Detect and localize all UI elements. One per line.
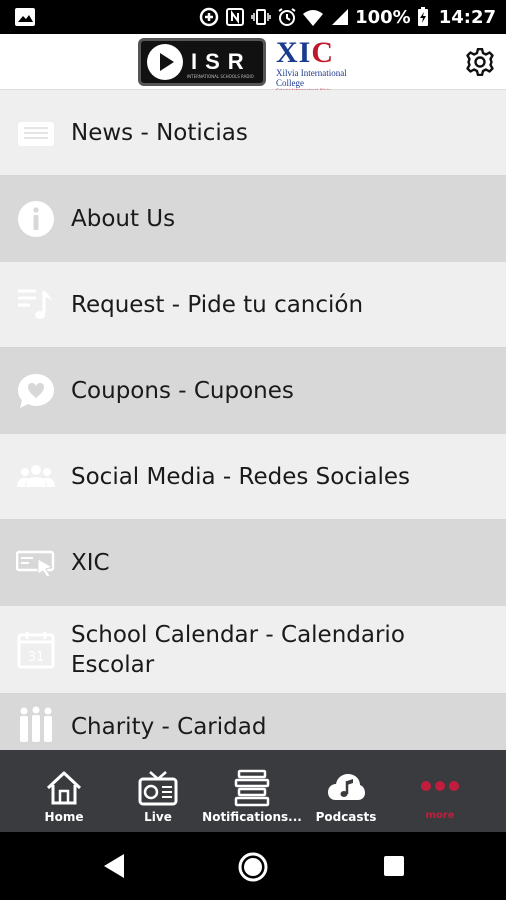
image-notification-icon [15,8,35,26]
menu-item-about[interactable]: About Us [0,176,506,262]
menu-item-label: About Us [71,205,176,232]
calendar-icon: 31 [17,631,55,668]
menu-item-charity[interactable]: Charity - Caridad [0,694,506,750]
recents-icon[interactable] [384,856,404,876]
settings-gear-icon[interactable] [466,48,494,76]
menu-item-social[interactable]: Social Media - Redes Sociales [0,434,506,520]
isr-logo: ISR INTERNATIONAL SCHOOLS RADIO [138,38,266,86]
play-icon [147,44,183,80]
battery-charging-icon [417,7,428,26]
menu-item-label: Request - Pide tu canción [71,291,364,318]
cloud-music-icon [328,774,365,800]
nfc-icon [226,8,245,26]
tab-home[interactable]: Home [17,750,111,832]
tab-more[interactable]: more [393,750,487,832]
web-click-icon [16,550,55,578]
menu-item-label: News - Noticias [71,119,248,146]
bottom-tab-bar: Home Live Notifications... Podcasts more [0,750,506,832]
home-circle-icon[interactable] [237,851,269,883]
menu-item-news[interactable]: News - Noticias [0,90,506,176]
status-icons: 100% 14:27 [199,0,496,34]
signal-icon [332,9,349,25]
charity-people-icon [20,706,52,742]
back-icon[interactable] [100,852,128,880]
tab-live[interactable]: Live [111,750,205,832]
tab-label: Live [144,810,172,824]
isr-logo-text: ISR [191,49,252,74]
menu-item-label: XIC [71,549,110,576]
home-icon [46,771,82,805]
menu-item-label: Social Media - Redes Sociales [71,463,410,490]
wifi-icon [303,10,324,26]
battery-percent: 100% [355,6,411,28]
menu-item-label: Charity - Caridad [71,713,267,740]
radio-icon [138,771,178,806]
menu-item-xic[interactable]: XIC [0,520,506,606]
notifications-list-icon [234,769,270,807]
app-header: ISR INTERNATIONAL SCHOOLS RADIO XIC Xilv… [0,34,506,94]
menu-item-request[interactable]: Request - Pide tu canción [0,262,506,348]
menu-item-label: Coupons - Cupones [71,377,294,404]
vibrate-icon [251,9,271,25]
music-request-icon [18,289,52,319]
system-nav-bar [0,832,506,900]
tab-notifications[interactable]: Notifications... [202,750,302,832]
tab-label: Home [44,810,84,824]
data-saver-icon [199,7,219,27]
menu-item-coupons[interactable]: Coupons - Cupones [0,348,506,434]
status-bar: 100% 14:27 [0,0,506,34]
tab-label: more [425,810,455,821]
tab-label: Podcasts [315,810,377,824]
info-icon [18,200,54,237]
heart-chat-icon [18,373,54,408]
tab-label: Notifications... [202,810,302,824]
tab-podcasts[interactable]: Podcasts [299,750,393,832]
alarm-icon [278,8,296,26]
isr-logo-subtext: INTERNATIONAL SCHOOLS RADIO [187,74,254,79]
menu-item-calendar[interactable]: 31 School Calendar - Calendario Escolar [0,606,506,694]
xic-logo-title: XIC [276,36,335,69]
main-menu: News - Noticias About Us Request - Pide … [0,90,506,750]
xic-logo: XIC Xilvia International College Colegio… [276,36,372,94]
people-icon [17,464,55,487]
more-dots-icon [421,781,459,791]
xic-logo-subtitle: Xilvia International College [276,68,347,88]
clock: 14:27 [438,6,496,28]
menu-item-label: School Calendar - Calendario Escolar [71,621,405,678]
calendar-day: 31 [28,650,45,665]
news-icon [18,121,54,146]
